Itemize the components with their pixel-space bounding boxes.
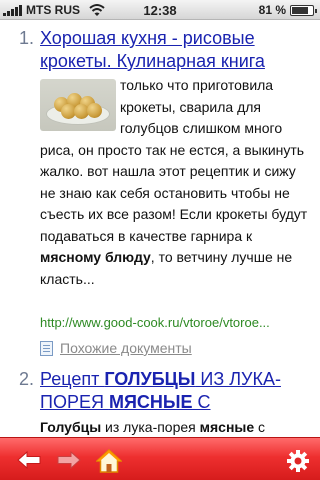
battery-percentage: 81 % <box>258 3 286 17</box>
result-number: 1. <box>19 28 35 48</box>
snippet-highlight: Голубцы <box>40 419 102 435</box>
settings-button[interactable] <box>276 438 320 480</box>
document-icon <box>40 341 53 356</box>
snippet-highlight: мясному блюду <box>40 249 151 265</box>
battery-icon <box>290 5 317 16</box>
forward-button[interactable] <box>46 438 90 480</box>
result-title-link[interactable]: Рецепт ГОЛУБЦЫ ИЗ ЛУКА- ПОРЕЯ МЯСНЫЕ С <box>40 368 310 414</box>
title-text: С <box>192 392 211 412</box>
result-title-line: Хорошая кухня - рисовые <box>40 28 255 48</box>
arrow-left-icon <box>17 450 41 470</box>
bottom-toolbar <box>0 437 320 480</box>
result-url[interactable]: http://www.good-cook.ru/vtoroe/vtoroe... <box>40 315 312 330</box>
title-text: Рецепт <box>40 369 105 389</box>
snippet-text: с <box>254 419 266 435</box>
result-title-line: крокеты. Кулинарная книга <box>40 51 265 71</box>
search-results[interactable]: 1. Хорошая кухня - рисовые крокеты. Кули… <box>0 21 320 437</box>
status-bar: MTS RUS 12:38 81 % <box>0 0 320 20</box>
result-snippet: Голубцы из лука-порея мясные с <box>40 417 308 437</box>
result-snippet: только что приготовила крокеты, сварила … <box>40 75 308 290</box>
battery-level <box>292 7 309 14</box>
title-highlight: МЯСНЫЕ <box>108 392 193 412</box>
home-button[interactable] <box>86 438 130 480</box>
title-text: ИЗ ЛУКА- <box>195 369 281 389</box>
home-icon <box>96 449 122 473</box>
gear-icon <box>287 450 309 472</box>
result-number: 2. <box>19 369 35 389</box>
title-highlight: ГОЛУБЦЫ <box>104 369 196 389</box>
arrow-right-icon <box>57 450 81 470</box>
title-text: ПОРЕЯ <box>40 392 109 412</box>
snippet-text: из лука-порея <box>101 419 200 435</box>
back-button[interactable] <box>6 438 50 480</box>
similar-documents-label: Похожие документы <box>60 340 192 356</box>
snippet-highlight: мясные <box>199 419 255 435</box>
result-title-link[interactable]: Хорошая кухня - рисовые крокеты. Кулинар… <box>40 27 310 73</box>
